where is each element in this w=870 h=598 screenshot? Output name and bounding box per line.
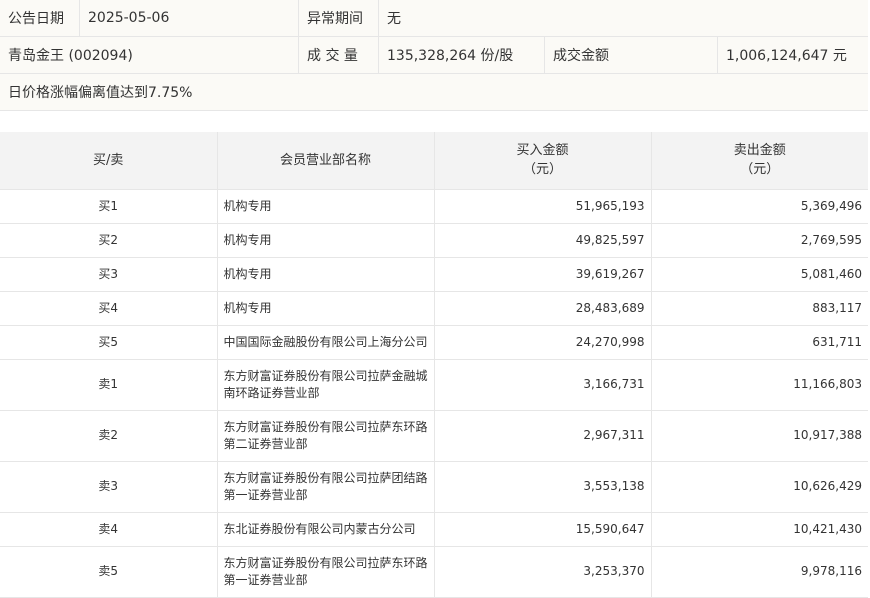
date-label: 公告日期 bbox=[0, 0, 80, 36]
row-member: 东方财富证券股份有限公司拉萨东环路 第二证券营业部 bbox=[217, 410, 435, 462]
table-header-row: 买/卖 会员营业部名称 买入金额 （元） 卖出金额 （元） bbox=[0, 132, 868, 190]
row-sell-amount: 631,711 bbox=[651, 325, 868, 360]
row-member-line1: 机构专用 bbox=[223, 232, 272, 247]
row-side: 买2 bbox=[0, 223, 218, 258]
header-sell-line2: （元） bbox=[740, 162, 780, 178]
row-side: 卖4 bbox=[0, 512, 218, 547]
header-member-text: 会员营业部名称 bbox=[279, 152, 371, 168]
row-side: 买4 bbox=[0, 291, 218, 326]
row-side: 买1 bbox=[0, 189, 218, 224]
header-member: 会员营业部名称 bbox=[217, 132, 435, 190]
abnormal-period-value: 无 bbox=[387, 11, 401, 27]
header-sell-line1: 卖出金额 bbox=[733, 143, 786, 159]
row-sell-amount: 10,917,388 bbox=[651, 410, 868, 462]
row-side: 买5 bbox=[0, 325, 218, 360]
row-buy-amount: 24,270,998 bbox=[434, 325, 652, 360]
row-member: 机构专用 bbox=[217, 291, 435, 326]
row-buy-amount: 3,553,138 bbox=[434, 461, 652, 513]
row-member-line1: 东方财富证券股份有限公司拉萨东环路 bbox=[223, 419, 428, 434]
volume-value: 135,328,264 份/股 bbox=[379, 37, 545, 73]
row-buy-amount: 28,483,689 bbox=[434, 291, 652, 326]
info-row-date: 公告日期 2025-05-06 异常期间 无 bbox=[0, 0, 868, 37]
row-member-line1: 机构专用 bbox=[223, 266, 272, 281]
row-buy-amount: 3,253,370 bbox=[434, 546, 652, 598]
table-row: 买3 机构专用 39,619,267 5,081,460 bbox=[0, 257, 868, 292]
row-member: 中国国际金融股份有限公司上海分公司 bbox=[217, 325, 435, 360]
abnormal-period-label: 异常期间 bbox=[299, 0, 379, 36]
row-member-line1: 东方财富证券股份有限公司拉萨金融城 bbox=[223, 368, 428, 383]
row-sell-amount: 883,117 bbox=[651, 291, 868, 326]
amount-value: 1,006,124,647 元 bbox=[726, 48, 847, 64]
row-member: 机构专用 bbox=[217, 257, 435, 292]
table-row: 卖4 东北证券股份有限公司内蒙古分公司 15,590,647 10,421,43… bbox=[0, 512, 868, 547]
abnormal-reason: 日价格涨幅偏离值达到7.75% bbox=[8, 85, 193, 101]
row-member-line2: 南环路证券营业部 bbox=[223, 385, 320, 400]
table-row: 买1 机构专用 51,965,193 5,369,496 bbox=[0, 189, 868, 224]
header-buy-line1: 买入金额 bbox=[516, 143, 569, 159]
row-member-line2: 第一证券营业部 bbox=[223, 572, 308, 587]
row-member: 机构专用 bbox=[217, 223, 435, 258]
row-member: 东北证券股份有限公司内蒙古分公司 bbox=[217, 512, 435, 547]
row-buy-amount: 51,965,193 bbox=[434, 189, 652, 224]
row-member-line1: 机构专用 bbox=[223, 300, 272, 315]
header-sell-amount: 卖出金额 （元） bbox=[651, 132, 868, 190]
info-row-volume: 青岛金王 (002094) 成 交 量 135,328,264 份/股 成交金额… bbox=[0, 37, 868, 74]
table-row: 卖2 东方财富证券股份有限公司拉萨东环路 第二证券营业部 2,967,311 10… bbox=[0, 410, 868, 462]
row-sell-amount: 11,166,803 bbox=[651, 359, 868, 411]
header-side-text: 买/卖 bbox=[93, 152, 124, 168]
row-sell-amount: 10,626,429 bbox=[651, 461, 868, 513]
row-side: 卖2 bbox=[0, 410, 218, 462]
broker-trade-table: 买/卖 会员营业部名称 买入金额 （元） 卖出金额 （元） 买1 机构专用 51… bbox=[0, 132, 868, 598]
table-row: 买5 中国国际金融股份有限公司上海分公司 24,270,998 631,711 bbox=[0, 325, 868, 360]
table-row: 卖1 东方财富证券股份有限公司拉萨金融城 南环路证券营业部 3,166,731 1… bbox=[0, 359, 868, 411]
table-row: 卖5 东方财富证券股份有限公司拉萨东环路 第一证券营业部 3,253,370 9,… bbox=[0, 546, 868, 598]
row-member-line1: 东北证券股份有限公司内蒙古分公司 bbox=[223, 521, 416, 536]
row-side: 买3 bbox=[0, 257, 218, 292]
row-sell-amount: 9,978,116 bbox=[651, 546, 868, 598]
row-member-line1: 东方财富证券股份有限公司拉萨团结路 bbox=[223, 470, 428, 485]
info-row-reason: 日价格涨幅偏离值达到7.75% bbox=[0, 74, 868, 111]
row-member: 机构专用 bbox=[217, 189, 435, 224]
header-buy-amount: 买入金额 （元） bbox=[434, 132, 652, 190]
row-buy-amount: 39,619,267 bbox=[434, 257, 652, 292]
row-member-line2: 第一证券营业部 bbox=[223, 487, 308, 502]
row-member-line1: 机构专用 bbox=[223, 198, 272, 213]
table-row: 买4 机构专用 28,483,689 883,117 bbox=[0, 291, 868, 326]
header-buy-line2: （元） bbox=[522, 162, 562, 178]
row-sell-amount: 5,369,496 bbox=[651, 189, 868, 224]
row-sell-amount: 5,081,460 bbox=[651, 257, 868, 292]
row-sell-amount: 2,769,595 bbox=[651, 223, 868, 258]
table-row: 卖3 东方财富证券股份有限公司拉萨团结路 第一证券营业部 3,553,138 10… bbox=[0, 461, 868, 513]
row-member-line1: 中国国际金融股份有限公司上海分公司 bbox=[223, 334, 428, 349]
row-side: 卖1 bbox=[0, 359, 218, 411]
row-buy-amount: 3,166,731 bbox=[434, 359, 652, 411]
row-side: 卖5 bbox=[0, 546, 218, 598]
date-value: 2025-05-06 bbox=[80, 0, 299, 36]
row-member-line1: 东方财富证券股份有限公司拉萨东环路 bbox=[223, 555, 428, 570]
row-buy-amount: 49,825,597 bbox=[434, 223, 652, 258]
row-member: 东方财富证券股份有限公司拉萨团结路 第一证券营业部 bbox=[217, 461, 435, 513]
trade-info-panel: 公告日期 2025-05-06 异常期间 无 青岛金王 (002094) 成 交… bbox=[0, 0, 868, 111]
table-row: 买2 机构专用 49,825,597 2,769,595 bbox=[0, 223, 868, 258]
row-member: 东方财富证券股份有限公司拉萨东环路 第一证券营业部 bbox=[217, 546, 435, 598]
amount-label: 成交金额 bbox=[545, 37, 718, 73]
row-sell-amount: 10,421,430 bbox=[651, 512, 868, 547]
row-side: 卖3 bbox=[0, 461, 218, 513]
row-member-line2: 第二证券营业部 bbox=[223, 436, 308, 451]
row-buy-amount: 15,590,647 bbox=[434, 512, 652, 547]
row-buy-amount: 2,967,311 bbox=[434, 410, 652, 462]
header-side: 买/卖 bbox=[0, 132, 218, 190]
stock-name: 青岛金王 (002094) bbox=[0, 37, 299, 73]
row-member: 东方财富证券股份有限公司拉萨金融城 南环路证券营业部 bbox=[217, 359, 435, 411]
volume-label: 成 交 量 bbox=[299, 37, 379, 73]
